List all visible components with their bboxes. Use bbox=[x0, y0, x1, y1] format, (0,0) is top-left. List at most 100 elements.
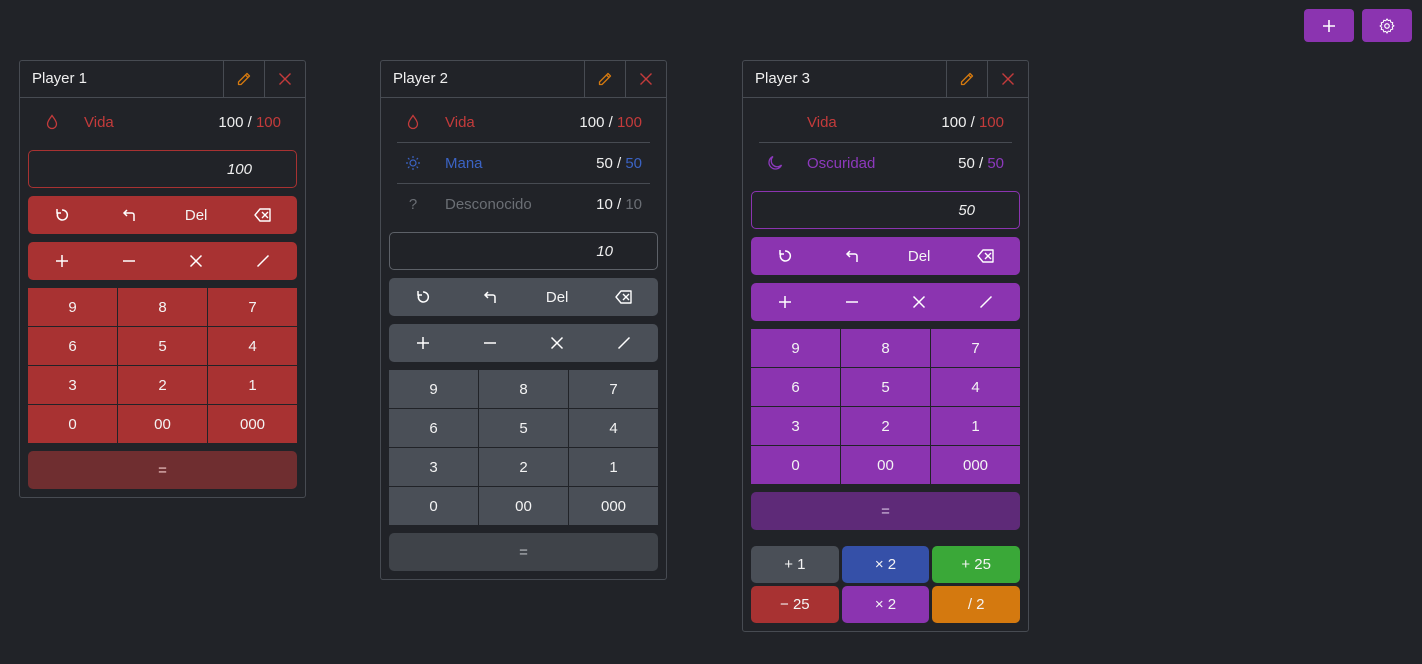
backspace-button[interactable] bbox=[230, 196, 297, 234]
key-00[interactable]: 00 bbox=[841, 446, 930, 484]
reset-button[interactable] bbox=[751, 237, 818, 275]
add-player-button[interactable] bbox=[1304, 9, 1354, 42]
key-6[interactable]: 6 bbox=[751, 368, 840, 406]
undo-button[interactable] bbox=[95, 196, 162, 234]
key-000[interactable]: 000 bbox=[931, 446, 1020, 484]
stat-row-mana[interactable]: Mana 50 / 50 bbox=[397, 143, 650, 184]
equals-button[interactable]: = bbox=[389, 533, 658, 571]
undo-button[interactable] bbox=[818, 237, 885, 275]
quick-action-button[interactable]: × 2 bbox=[841, 586, 930, 623]
subtract-button[interactable] bbox=[456, 324, 523, 362]
calculator-display[interactable]: 10 bbox=[389, 232, 658, 270]
key-1[interactable]: 1 bbox=[931, 407, 1020, 445]
key-9[interactable]: 9 bbox=[28, 288, 117, 326]
quick-action-button[interactable]: − 25 bbox=[751, 586, 839, 623]
key-4[interactable]: 4 bbox=[931, 368, 1020, 406]
backspace-icon bbox=[977, 248, 995, 264]
divide-button[interactable] bbox=[230, 242, 297, 280]
key-0[interactable]: 0 bbox=[751, 446, 840, 484]
calculator-display[interactable]: 100 bbox=[28, 150, 297, 188]
key-1[interactable]: 1 bbox=[569, 448, 658, 486]
edit-player-button[interactable] bbox=[584, 61, 625, 97]
key-0[interactable]: 0 bbox=[389, 487, 478, 525]
stat-row-vida[interactable]: Vida 100 / 100 bbox=[36, 102, 289, 142]
key-7[interactable]: 7 bbox=[569, 370, 658, 408]
key-2[interactable]: 2 bbox=[841, 407, 930, 445]
key-7[interactable]: 7 bbox=[931, 329, 1020, 367]
remove-player-button[interactable] bbox=[987, 61, 1028, 97]
multiply-button[interactable] bbox=[524, 324, 591, 362]
key-8[interactable]: 8 bbox=[479, 370, 568, 408]
player-header: Player 3 bbox=[743, 61, 1028, 98]
key-8[interactable]: 8 bbox=[841, 329, 930, 367]
key-3[interactable]: 3 bbox=[28, 366, 117, 404]
key-1[interactable]: 1 bbox=[208, 366, 297, 404]
sun-icon bbox=[397, 155, 429, 171]
delete-button[interactable]: Del bbox=[163, 196, 230, 234]
key-00[interactable]: 00 bbox=[479, 487, 568, 525]
key-5[interactable]: 5 bbox=[118, 327, 207, 365]
keypad: 9 8 7 6 5 4 3 2 1 0 00 000 bbox=[389, 370, 658, 525]
divide-button[interactable] bbox=[953, 283, 1020, 321]
remove-player-button[interactable] bbox=[264, 61, 305, 97]
key-7[interactable]: 7 bbox=[208, 288, 297, 326]
undo-icon bbox=[121, 207, 137, 223]
stat-max: 50 bbox=[987, 154, 1004, 172]
calculator: 50 Del 9 8 7 6 5 4 3 2 1 0 00 000 = + 1 × 2 + 25− 25 × 2/ … bbox=[743, 191, 1028, 631]
stat-row-oscuridad[interactable]: Oscuridad 50 / 50 bbox=[759, 143, 1012, 183]
edit-player-button[interactable] bbox=[223, 61, 264, 97]
delete-button[interactable]: Del bbox=[886, 237, 953, 275]
quick-action-button[interactable]: + 1 bbox=[751, 546, 839, 583]
multiply-button[interactable] bbox=[163, 242, 230, 280]
stat-current: 100 bbox=[218, 113, 244, 131]
operator-row bbox=[389, 324, 658, 362]
quick-action-button[interactable]: + 25 bbox=[932, 546, 1020, 583]
key-000[interactable]: 000 bbox=[208, 405, 297, 443]
reset-button[interactable] bbox=[389, 278, 456, 316]
delete-button[interactable]: Del bbox=[524, 278, 591, 316]
stat-row-vida[interactable]: Vida 100 / 100 bbox=[759, 102, 1012, 143]
key-000[interactable]: 000 bbox=[569, 487, 658, 525]
key-4[interactable]: 4 bbox=[208, 327, 297, 365]
edit-player-button[interactable] bbox=[946, 61, 987, 97]
key-3[interactable]: 3 bbox=[751, 407, 840, 445]
add-button[interactable] bbox=[28, 242, 95, 280]
key-00[interactable]: 00 bbox=[118, 405, 207, 443]
backspace-button[interactable] bbox=[953, 237, 1020, 275]
remove-player-button[interactable] bbox=[625, 61, 666, 97]
multiply-button[interactable] bbox=[886, 283, 953, 321]
quick-action-button[interactable]: / 2 bbox=[932, 586, 1020, 623]
key-0[interactable]: 0 bbox=[28, 405, 117, 443]
multiply-icon bbox=[549, 335, 565, 351]
stat-row-desconocido[interactable]: ? Desconocido 10 / 10 bbox=[397, 184, 650, 224]
calculator-display[interactable]: 50 bbox=[751, 191, 1020, 229]
stat-row-vida[interactable]: Vida 100 / 100 bbox=[397, 102, 650, 143]
plus-icon bbox=[415, 335, 431, 351]
key-9[interactable]: 9 bbox=[389, 370, 478, 408]
key-5[interactable]: 5 bbox=[841, 368, 930, 406]
subtract-button[interactable] bbox=[95, 242, 162, 280]
subtract-button[interactable] bbox=[818, 283, 885, 321]
stat-value: 100 / 100 bbox=[579, 113, 642, 131]
key-3[interactable]: 3 bbox=[389, 448, 478, 486]
key-4[interactable]: 4 bbox=[569, 409, 658, 447]
divide-button[interactable] bbox=[591, 324, 658, 362]
undo-button[interactable] bbox=[456, 278, 523, 316]
key-9[interactable]: 9 bbox=[751, 329, 840, 367]
key-2[interactable]: 2 bbox=[479, 448, 568, 486]
key-6[interactable]: 6 bbox=[28, 327, 117, 365]
settings-button[interactable] bbox=[1362, 9, 1412, 42]
equals-button[interactable]: = bbox=[28, 451, 297, 489]
key-5[interactable]: 5 bbox=[479, 409, 568, 447]
key-6[interactable]: 6 bbox=[389, 409, 478, 447]
reset-button[interactable] bbox=[28, 196, 95, 234]
quick-action-button[interactable]: × 2 bbox=[841, 546, 930, 583]
minus-icon bbox=[121, 253, 137, 269]
key-8[interactable]: 8 bbox=[118, 288, 207, 326]
key-2[interactable]: 2 bbox=[118, 366, 207, 404]
add-button[interactable] bbox=[751, 283, 818, 321]
equals-button[interactable]: = bbox=[751, 492, 1020, 530]
add-button[interactable] bbox=[389, 324, 456, 362]
backspace-button[interactable] bbox=[591, 278, 658, 316]
stat-name: Desconocido bbox=[445, 195, 532, 213]
